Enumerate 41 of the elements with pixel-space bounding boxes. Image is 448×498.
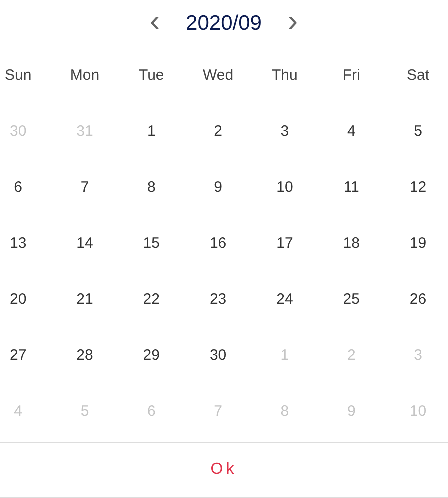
month-title: 2020/09	[186, 11, 262, 38]
day-cell[interactable]: 28	[52, 328, 118, 384]
day-cell[interactable]: 29	[118, 328, 185, 384]
day-cell[interactable]: 1	[118, 104, 185, 160]
day-cell[interactable]: 14	[52, 216, 118, 272]
weekday-label: Sun	[4, 66, 33, 86]
day-cell[interactable]: 3	[252, 104, 318, 160]
day-cell[interactable]: 21	[52, 272, 118, 328]
day-cell[interactable]: 27	[0, 328, 52, 384]
day-cell[interactable]: 19	[384, 216, 448, 272]
next-month-button[interactable]: ›	[284, 7, 302, 37]
day-cell[interactable]: 5	[384, 104, 448, 160]
day-cell[interactable]: 16	[184, 216, 252, 272]
day-cell[interactable]: 15	[118, 216, 185, 272]
weekday-label: Fri	[342, 66, 362, 86]
day-cell[interactable]: 11	[318, 160, 385, 216]
weekday-label: Sat	[406, 66, 431, 86]
day-cell[interactable]: 7	[52, 160, 118, 216]
ok-button[interactable]: Ok	[0, 442, 448, 498]
day-cell[interactable]: 22	[118, 272, 185, 328]
day-cell[interactable]: 13	[0, 216, 52, 272]
day-cell[interactable]: 23	[184, 272, 252, 328]
day-cell[interactable]: 4	[318, 104, 385, 160]
day-cell[interactable]: 9	[184, 160, 252, 216]
weekday-label: Tue	[138, 66, 166, 86]
day-cell[interactable]: 18	[318, 216, 385, 272]
day-cell[interactable]: 10	[252, 160, 318, 216]
day-cell[interactable]: 24	[252, 272, 318, 328]
day-cell[interactable]: 30	[184, 328, 252, 384]
day-cell[interactable]: 17	[252, 216, 318, 272]
day-cell[interactable]: 6	[0, 160, 52, 216]
day-cell[interactable]: 2	[184, 104, 252, 160]
weekday-label: Wed	[202, 66, 235, 86]
weekday-label: Mon	[69, 66, 101, 86]
day-cell[interactable]: 8	[118, 160, 185, 216]
day-cell[interactable]: 12	[384, 160, 448, 216]
day-cell[interactable]: 25	[318, 272, 385, 328]
previous-month-button[interactable]: ‹	[146, 7, 164, 37]
weekday-label: Thu	[271, 66, 299, 86]
day-cell[interactable]: 26	[384, 272, 448, 328]
day-cell[interactable]: 20	[0, 272, 52, 328]
